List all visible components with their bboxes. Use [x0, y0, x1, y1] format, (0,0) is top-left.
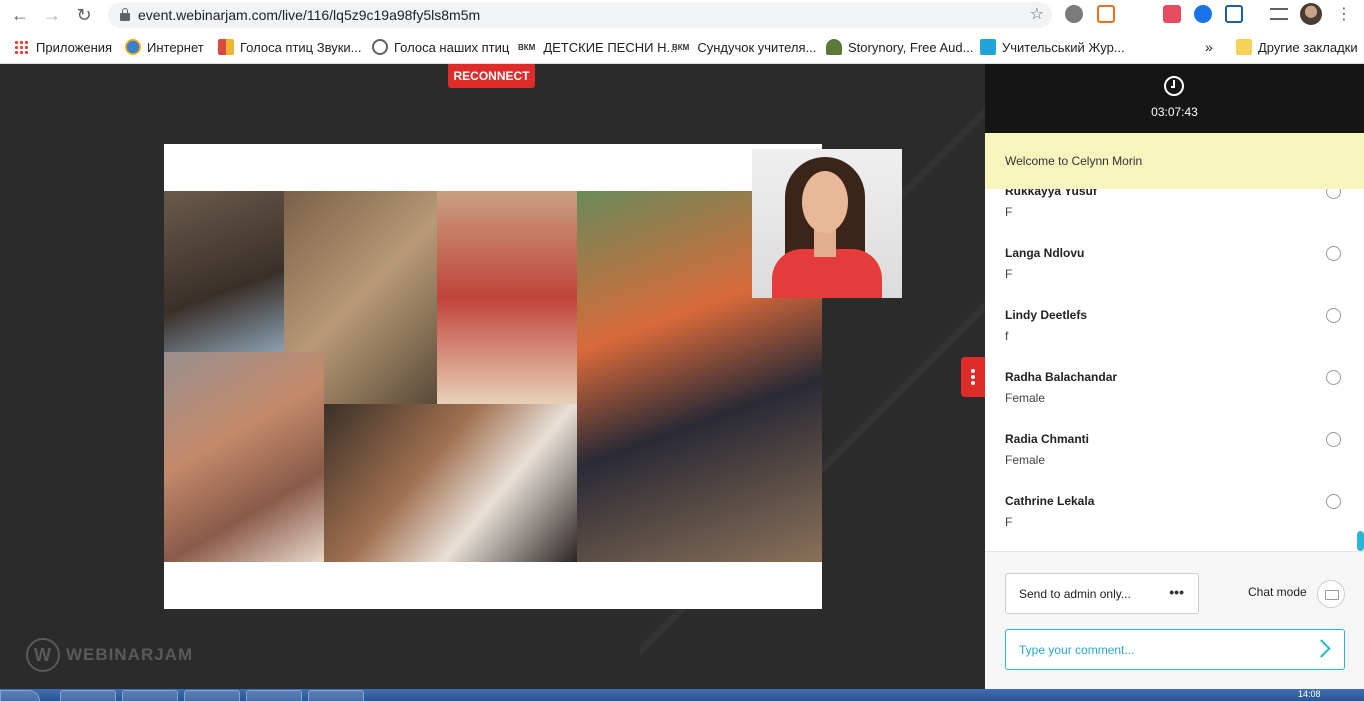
- bookmark-internet[interactable]: Интернет: [125, 38, 204, 56]
- list-item[interactable]: Radha Balachandar Female: [1005, 370, 1345, 420]
- bookmark-our-birds[interactable]: Голоса наших птиц: [372, 38, 509, 56]
- globe-icon: [125, 39, 141, 55]
- taskbar-app-chrome[interactable]: [122, 690, 178, 701]
- extension-bookmark-icon[interactable]: [1194, 5, 1212, 23]
- chat-mode-toggle-icon[interactable]: [1317, 580, 1345, 608]
- session-timer: 03:07:43: [1151, 105, 1198, 119]
- url-text: event.webinarjam.com/live/116/lq5z9c19a9…: [138, 7, 481, 23]
- vkm-icon: ВКМ: [672, 42, 690, 52]
- profile-avatar[interactable]: [1300, 3, 1322, 25]
- side-panel: 03:07:43 Welcome to Celynn Morin Rukkayy…: [985, 64, 1364, 689]
- bookmark-apps[interactable]: Приложения: [14, 38, 112, 56]
- more-options-icon: •••: [1169, 584, 1184, 600]
- puzzle-icon: [218, 39, 234, 55]
- bookmark-storynory[interactable]: Storynory, Free Aud...: [826, 38, 973, 56]
- presentation-slide: [164, 144, 822, 609]
- webinarjam-logo: WEBINARJAM: [26, 638, 193, 672]
- webinar-stage: RECONNECT WEBINARJAM: [0, 64, 985, 689]
- folder-icon: [1236, 39, 1252, 55]
- globe-icon: [372, 39, 388, 55]
- lock-icon: [120, 8, 130, 21]
- select-radio[interactable]: [1326, 246, 1341, 261]
- send-arrow-icon[interactable]: [1312, 639, 1331, 658]
- timer-header: 03:07:43: [985, 64, 1364, 133]
- reconnect-button[interactable]: RECONNECT: [448, 64, 535, 88]
- forward-icon[interactable]: →: [40, 3, 64, 27]
- comment-input[interactable]: [1006, 630, 1296, 669]
- reload-icon[interactable]: ↻: [72, 3, 96, 27]
- select-radio[interactable]: [1326, 370, 1341, 385]
- select-radio[interactable]: [1326, 189, 1341, 199]
- extension-puzzle-icon[interactable]: [1163, 5, 1181, 23]
- start-button[interactable]: [0, 690, 40, 701]
- list-item[interactable]: Radia Chmanti Female: [1005, 432, 1345, 482]
- list-scrollbar[interactable]: [1357, 531, 1364, 551]
- panel-toggle-button[interactable]: [961, 357, 985, 397]
- bookmarks-more-button[interactable]: »: [1205, 38, 1213, 56]
- comment-box: [1005, 629, 1345, 670]
- apps-grid-icon: [14, 40, 28, 54]
- vkm-icon: ВКМ: [518, 42, 536, 52]
- collage-photo: [164, 191, 284, 352]
- taskbar-app-opera[interactable]: [60, 690, 116, 701]
- attendee-list[interactable]: Rukkayya Yusuf F Langa Ndlovu F Lindy De…: [985, 189, 1364, 551]
- collage-photo: [164, 352, 324, 562]
- collage-photo: [324, 404, 577, 562]
- select-radio[interactable]: [1326, 432, 1341, 447]
- bookmark-teacher-journal[interactable]: Учительський Жур...: [980, 38, 1125, 56]
- media-queue-icon[interactable]: [1270, 8, 1288, 20]
- chat-mode-label: Chat mode: [1248, 585, 1307, 599]
- browser-menu-icon[interactable]: ⋮: [1336, 4, 1352, 24]
- taskbar-app-window[interactable]: [246, 690, 302, 701]
- os-taskbar: 14:08: [0, 689, 1364, 701]
- send-mode-select[interactable]: Send to admin only... •••: [1005, 573, 1199, 614]
- photo-collage: [164, 191, 822, 562]
- address-bar[interactable]: event.webinarjam.com/live/116/lq5z9c19a9…: [108, 2, 1052, 28]
- taskbar-app-media[interactable]: [308, 690, 364, 701]
- extension-screen-icon[interactable]: [1225, 5, 1243, 23]
- webinarjam-logo-icon: [26, 638, 60, 672]
- book-icon: [980, 39, 996, 55]
- tree-icon: [826, 39, 842, 55]
- clock-icon: [1164, 76, 1184, 96]
- back-icon[interactable]: ←: [8, 3, 32, 27]
- taskbar-app-viber[interactable]: [184, 690, 240, 701]
- bookmark-star-icon[interactable]: ☆: [1030, 4, 1044, 24]
- bookmarks-bar: Приложения Интернет Голоса птиц Звуки...…: [0, 30, 1364, 64]
- list-item[interactable]: Cathrine Lekala F: [1005, 494, 1345, 544]
- bookmark-kids-songs[interactable]: ВКМ ДЕТСКИЕ ПЕСНИ Н...: [518, 38, 677, 56]
- presenter-webcam: [752, 149, 902, 298]
- welcome-banner: Welcome to Celynn Morin: [985, 133, 1364, 189]
- extension-icon[interactable]: [1065, 5, 1083, 23]
- bookmark-other-folder[interactable]: Другие закладки: [1236, 38, 1358, 56]
- select-radio[interactable]: [1326, 308, 1341, 323]
- bookmark-bird-sounds[interactable]: Голоса птиц Звуки...: [218, 38, 362, 56]
- bookmark-teacher-chest[interactable]: ВКМ Сундучок учителя...: [672, 38, 816, 56]
- extension-layout-icon[interactable]: [1097, 5, 1115, 23]
- browser-toolbar: ← → ↻ event.webinarjam.com/live/116/lq5z…: [0, 0, 1364, 30]
- list-item[interactable]: Rukkayya Yusuf F: [1005, 189, 1345, 234]
- select-radio[interactable]: [1326, 494, 1341, 509]
- taskbar-clock: 14:08: [1298, 689, 1321, 699]
- chat-compose-area: Send to admin only... ••• Chat mode: [985, 551, 1364, 689]
- list-item[interactable]: Langa Ndlovu F: [1005, 246, 1345, 296]
- collage-photo: [437, 191, 577, 404]
- list-item[interactable]: Lindy Deetlefs f: [1005, 308, 1345, 358]
